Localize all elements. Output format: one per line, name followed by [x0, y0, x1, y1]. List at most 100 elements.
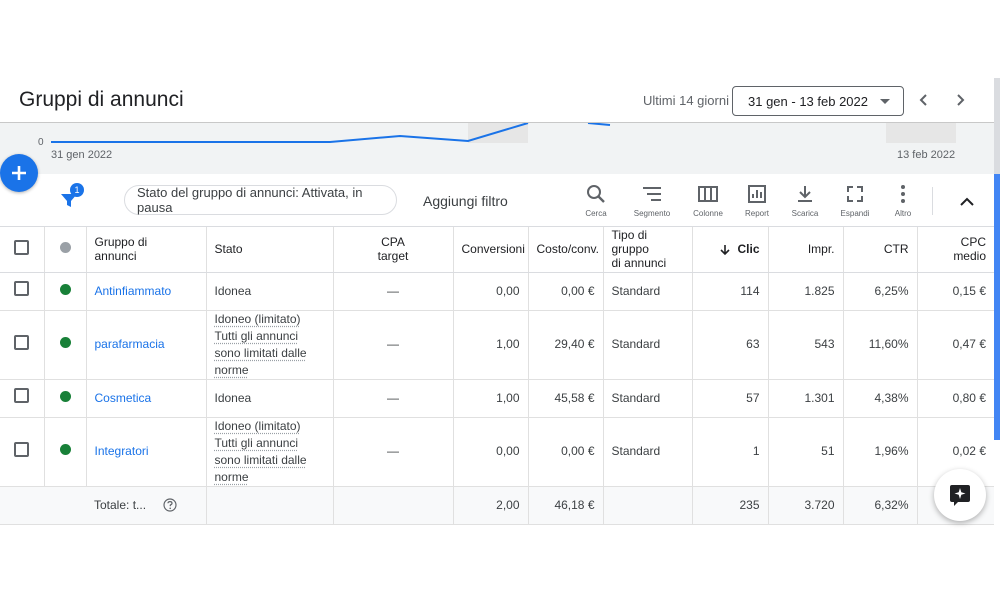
column-cost-conv-label: Costo/conv. [536, 242, 599, 257]
column-ctr[interactable]: CTR [843, 227, 918, 273]
add-button[interactable] [0, 154, 38, 192]
date-range-value: 31 gen - 13 feb 2022 [748, 93, 868, 109]
total-empty-cell [0, 486, 44, 525]
status-detail-text[interactable]: Tutti gli annunci sono limitati dalle no… [215, 436, 307, 484]
columns-label: Colonne [693, 209, 723, 218]
cpa-target-cell: — [333, 310, 454, 380]
row-status-cell [44, 379, 87, 418]
impressions-cell: 1.825 [768, 272, 844, 311]
row-checkbox[interactable] [14, 281, 30, 296]
segment-label: Segmento [633, 209, 671, 218]
columns-icon [698, 186, 718, 202]
column-ad-group[interactable]: Gruppo di annunci [86, 227, 207, 273]
download-button[interactable]: Scarica [780, 183, 830, 223]
column-cpa-line2: target [377, 249, 409, 264]
total-ctr-cell: 6,32% [843, 486, 918, 525]
cost-conv-cell: 29,40 € [528, 310, 604, 380]
impressions-cell: 543 [768, 310, 844, 380]
status-filter-chip[interactable]: Stato del gruppo di annunci: Attivata, i… [124, 185, 397, 215]
ctr-cell: 11,60% [843, 310, 918, 380]
sparkle-chat-icon [950, 485, 970, 506]
column-cost-conv[interactable]: Costo/conv. [528, 227, 604, 273]
conversions-cell: 1,00 [453, 379, 529, 418]
total-row: Totale: t... 2,00 46,18 € 235 3.720 6,32… [0, 486, 994, 525]
ad-group-link[interactable]: Cosmetica [95, 391, 152, 405]
type-cell: Standard [603, 310, 693, 380]
column-conversions[interactable]: Conversioni [453, 227, 529, 273]
table-row: parafarmacia Idoneo (limitato) Tutti gli … [0, 310, 994, 380]
enabled-status-icon[interactable] [59, 390, 71, 402]
cpa-target-cell: — [333, 272, 454, 311]
expand-icon [847, 186, 863, 202]
add-filter-button[interactable]: Aggiungi filtro [423, 193, 508, 209]
conversions-cell: 0,00 [453, 272, 529, 311]
column-status[interactable]: Stato [206, 227, 334, 273]
status-detail-text[interactable]: Tutti gli annunci sono limitati dalle no… [215, 329, 307, 377]
column-impressions[interactable]: Impr. [768, 227, 844, 273]
column-clicks[interactable]: Clic [692, 227, 769, 273]
conversions-cell: 0,00 [453, 417, 529, 487]
column-conversions-label: Conversioni [461, 242, 525, 257]
avg-cpc-cell: 0,80 € [917, 379, 994, 418]
scrollbar-thumb[interactable] [994, 174, 1000, 440]
status-text[interactable]: Idoneo (limitato) [215, 419, 301, 433]
ad-group-name-cell: Cosmetica [86, 379, 207, 418]
clicks-cell: 63 [692, 310, 769, 380]
header-select-cell [0, 227, 45, 273]
total-status-cell [206, 486, 334, 525]
status-cell: Idonea [206, 272, 334, 311]
total-label[interactable]: Totale: t... [94, 498, 146, 512]
download-label: Scarica [791, 209, 819, 218]
date-range-picker[interactable]: 31 gen - 13 feb 2022 [732, 86, 904, 116]
page-title: Gruppi di annunci [19, 88, 184, 111]
search-label: Cerca [585, 209, 607, 218]
row-select-cell [0, 310, 45, 380]
row-status-cell [44, 272, 87, 311]
enabled-status-icon[interactable] [59, 444, 71, 455]
ad-group-link[interactable]: Antinfiammato [95, 284, 172, 298]
total-type-cell [603, 486, 693, 525]
segment-button[interactable]: Segmento [627, 183, 677, 223]
row-checkbox[interactable] [14, 441, 30, 457]
column-ad-group-type[interactable]: Tipo di gruppo di annunci [603, 227, 693, 273]
column-cpa-target[interactable]: CPA target [333, 227, 454, 273]
enabled-status-icon[interactable] [59, 283, 71, 295]
assistant-button[interactable] [934, 469, 986, 521]
previous-period-button[interactable] [913, 89, 935, 111]
table-row: Cosmetica Idonea — 1,00 45,58 € Standard… [0, 379, 994, 418]
chart-zero-label: 0 [38, 137, 44, 148]
report-label: Report [744, 209, 769, 218]
ad-group-link[interactable]: Integratori [95, 444, 149, 458]
download-icon [798, 186, 812, 202]
report-button[interactable]: Report [732, 183, 782, 223]
row-checkbox[interactable] [14, 388, 30, 403]
more-button[interactable]: Altro [878, 183, 928, 223]
performance-chart: 0 31 gen 2022 13 feb 2022 [0, 122, 1000, 174]
next-period-button[interactable] [949, 89, 971, 111]
expand-button[interactable]: Espandi [830, 183, 880, 223]
total-conversions-cell: 2,00 [453, 486, 529, 525]
total-cost-conv-cell: 46,18 € [528, 486, 604, 525]
help-icon[interactable] [163, 498, 177, 512]
header-status-cell [44, 227, 87, 273]
enabled-status-icon[interactable] [59, 337, 71, 348]
dropdown-arrow-icon [880, 99, 890, 104]
row-checkbox[interactable] [14, 334, 30, 350]
column-avg-cpc[interactable]: CPC medio [917, 227, 994, 273]
scrollbar-track[interactable] [994, 78, 1000, 174]
ctr-cell: 6,25% [843, 272, 918, 311]
ad-group-link[interactable]: parafarmacia [95, 337, 165, 351]
select-all-checkbox[interactable] [14, 240, 30, 256]
row-select-cell [0, 417, 45, 487]
clicks-cell: 1 [692, 417, 769, 487]
page-header: Gruppi di annunci Ultimi 14 giorni 31 ge… [0, 78, 1000, 122]
row-status-cell [44, 417, 87, 487]
impressions-cell: 51 [768, 417, 844, 487]
search-button[interactable]: Cerca [571, 183, 621, 223]
segment-icon [643, 187, 661, 201]
avg-cpc-cell: 0,15 € [917, 272, 994, 311]
columns-button[interactable]: Colonne [683, 183, 733, 223]
status-text[interactable]: Idoneo (limitato) [215, 312, 301, 326]
impressions-cell: 1.301 [768, 379, 844, 418]
chevron-up-icon[interactable] [956, 191, 978, 213]
